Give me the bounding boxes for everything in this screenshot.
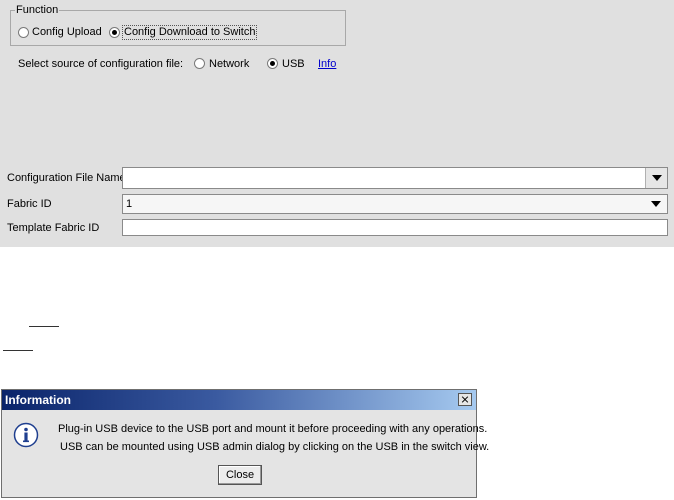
- info-icon: [13, 422, 39, 448]
- config-download-radio[interactable]: [109, 27, 120, 38]
- function-legend: Function: [15, 4, 60, 16]
- template-fabric-id-label: Template Fabric ID: [7, 222, 100, 234]
- usb-label[interactable]: USB: [282, 58, 305, 71]
- template-fabric-id-input[interactable]: [122, 219, 668, 236]
- info-link[interactable]: Info: [318, 58, 336, 71]
- divider-line: [3, 350, 33, 351]
- fabric-id-label: Fabric ID: [7, 198, 52, 210]
- source-label: Select source of configuration file:: [18, 58, 184, 70]
- close-button[interactable]: Close: [218, 465, 262, 485]
- usb-radio[interactable]: [267, 58, 278, 69]
- config-upload-label[interactable]: Config Upload: [32, 26, 102, 39]
- network-radio[interactable]: [194, 58, 205, 69]
- chevron-down-icon: [651, 201, 661, 207]
- config-file-name-dropdown-button[interactable]: [645, 168, 667, 188]
- config-panel: Function Config Upload Config Download t…: [0, 0, 674, 247]
- divider-line: [29, 326, 59, 327]
- dialog-message-line-2: USB can be mounted using USB admin dialo…: [60, 441, 490, 453]
- dialog-message-line-1: Plug-in USB device to the USB port and m…: [58, 423, 488, 435]
- network-label[interactable]: Network: [209, 58, 249, 71]
- close-icon[interactable]: [458, 393, 472, 406]
- fabric-id-dropdown-button[interactable]: [645, 195, 667, 213]
- chevron-down-icon: [652, 175, 662, 181]
- config-file-name-combo[interactable]: [122, 167, 668, 189]
- fabric-id-value: 1: [126, 198, 133, 210]
- information-dialog: Information Plug-in USB device to the US…: [1, 389, 489, 498]
- dialog-titlebar: Information: [2, 390, 476, 410]
- function-group: Function Config Upload Config Download t…: [10, 4, 346, 46]
- config-upload-radio[interactable]: [18, 27, 29, 38]
- fabric-id-select[interactable]: 1: [122, 194, 668, 214]
- config-file-name-label: Configuration File Name: [7, 172, 126, 184]
- config-download-label[interactable]: Config Download to Switch: [122, 25, 258, 40]
- dialog-title: Information: [5, 393, 71, 407]
